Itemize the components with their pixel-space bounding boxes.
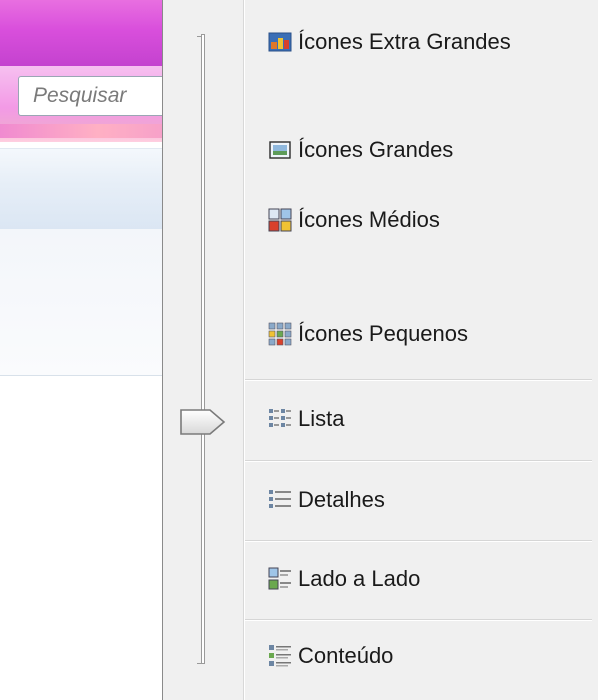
address-bar-stripe — [0, 124, 162, 138]
search-input[interactable]: Pesquisar — [18, 76, 162, 116]
content-icon — [269, 645, 291, 667]
view-options-menu: Ícones Extra Grandes Ícones Grandes Ícon… — [162, 0, 598, 700]
menu-item-content[interactable]: Conteúdo — [268, 634, 393, 678]
slider-tick — [197, 36, 202, 37]
window-titlebar — [0, 0, 162, 66]
menu-separator — [245, 540, 592, 542]
large-icons-icon — [269, 141, 291, 159]
menu-item-label: Conteúdo — [298, 643, 394, 668]
menu-item-label: Detalhes — [298, 487, 385, 512]
list-icon — [269, 409, 291, 427]
extra-large-icons-icon — [268, 32, 292, 52]
small-icons-icon — [268, 322, 292, 346]
menu-separator — [245, 619, 592, 621]
menu-item-medium-icons[interactable]: Ícones Médios — [268, 198, 440, 242]
menu-gutter-highlight — [244, 0, 245, 700]
menu-item-label: Ícones Grandes — [298, 137, 454, 162]
details-icon — [269, 490, 291, 508]
menu-item-label: Ícones Extra Grandes — [298, 29, 511, 54]
background-explorer-window: Pesquisar — [0, 0, 162, 700]
menu-item-large-icons[interactable]: Ícones Grandes — [268, 128, 453, 172]
menu-item-label: Lado a Lado — [298, 566, 421, 591]
content-header-area — [0, 229, 162, 376]
menu-item-tiles[interactable]: Lado a Lado — [268, 557, 420, 601]
menu-separator — [245, 379, 592, 381]
menu-item-list[interactable]: Lista — [268, 397, 344, 441]
menu-item-small-icons[interactable]: Ícones Pequenos — [268, 312, 468, 356]
medium-icons-icon — [268, 208, 292, 232]
tiles-icon — [268, 567, 291, 590]
menu-item-label: Lista — [298, 406, 345, 431]
menu-separator — [245, 460, 592, 462]
view-size-slider-track[interactable] — [201, 34, 205, 664]
menu-item-label: Ícones Pequenos — [298, 321, 469, 346]
view-size-slider-thumb[interactable] — [178, 404, 230, 440]
command-toolbar — [0, 148, 162, 230]
menu-item-label: Ícones Médios — [298, 207, 440, 232]
menu-item-details[interactable]: Detalhes — [268, 478, 385, 522]
slider-tick — [197, 663, 202, 664]
menu-item-extra-large-icons[interactable]: Ícones Extra Grandes — [268, 20, 511, 64]
